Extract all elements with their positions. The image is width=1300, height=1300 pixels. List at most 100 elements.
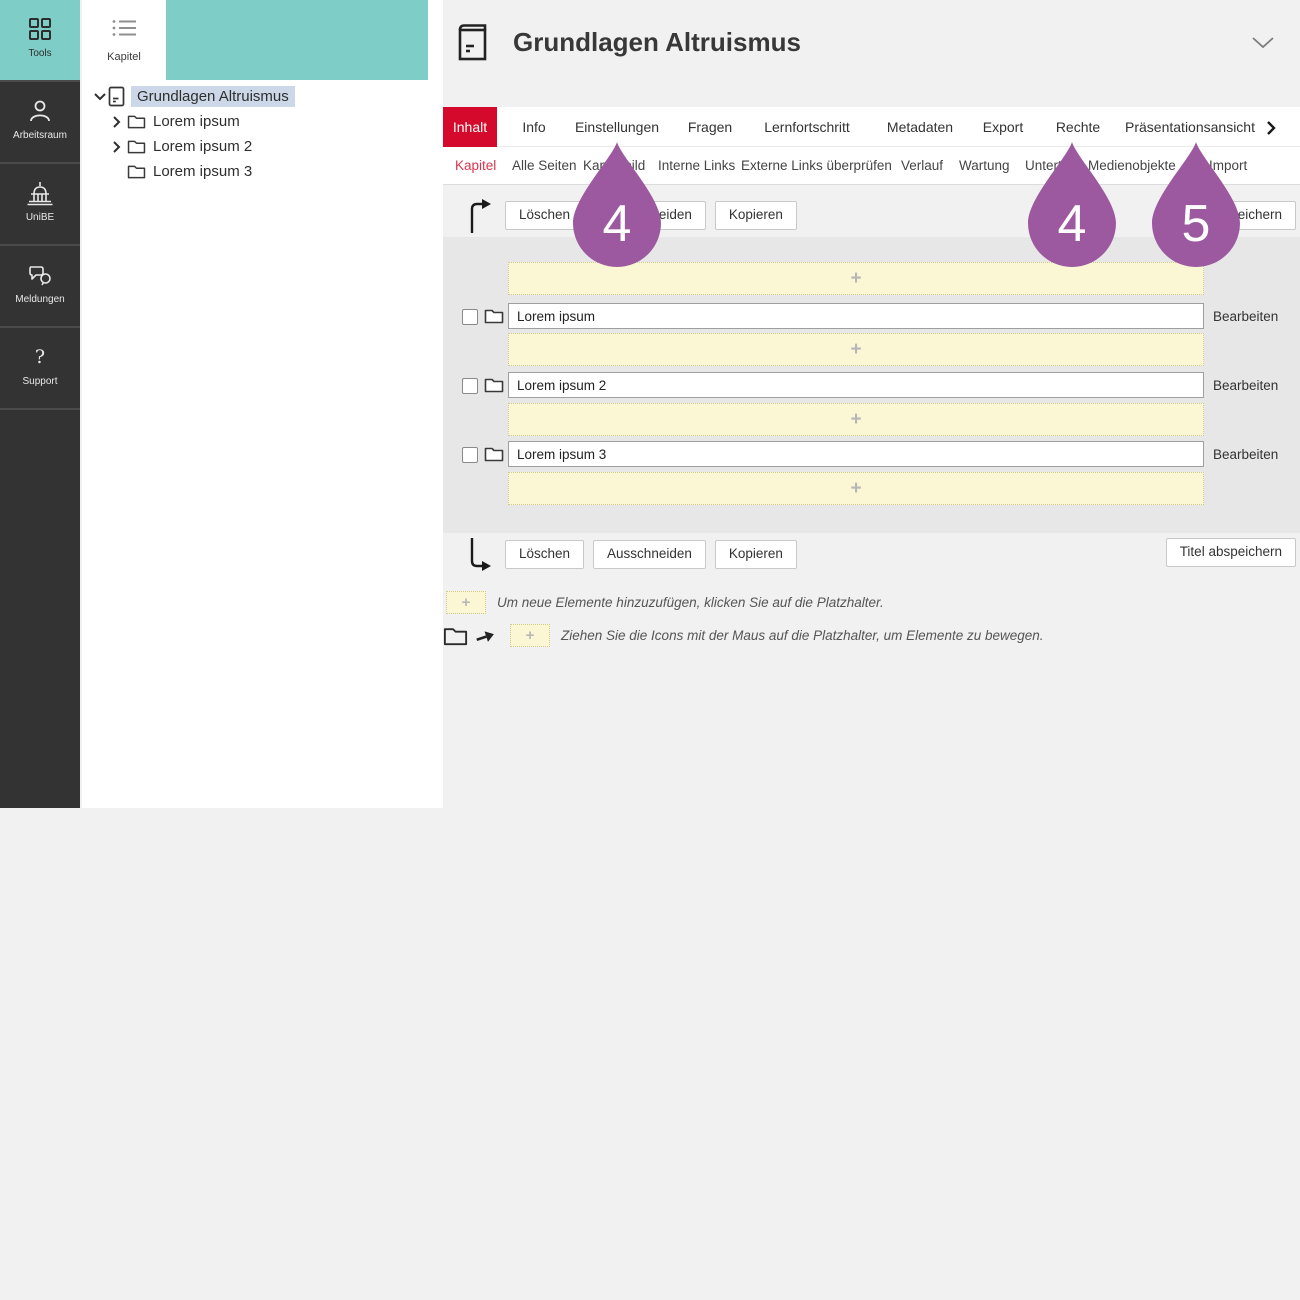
tree-node-label[interactable]: Lorem ipsum 3 — [153, 163, 252, 180]
tab-metadaten[interactable]: Metadaten — [887, 107, 953, 147]
row-checkbox[interactable] — [462, 309, 478, 325]
tree-node-label[interactable]: Grundlagen Altruismus — [131, 86, 295, 107]
building-icon — [0, 179, 80, 207]
chevron-right-icon[interactable] — [1267, 121, 1276, 140]
folder-icon[interactable] — [484, 446, 504, 467]
copy-button[interactable]: Kopieren — [715, 201, 797, 230]
table-row: Bearbeiten — [443, 372, 1300, 400]
divider — [0, 408, 80, 410]
tab-info[interactable]: Info — [522, 107, 545, 147]
sidebar-item-unibe[interactable]: UniBE — [0, 162, 80, 244]
hint-text: Ziehen Sie die Icons mit der Maus auf di… — [561, 628, 1044, 643]
placeholder-drop-zone[interactable]: + — [508, 333, 1204, 366]
tab-kapitel-tree[interactable]: Kapitel — [82, 0, 166, 80]
folder-icon[interactable] — [484, 308, 504, 329]
chapter-title-input[interactable] — [508, 303, 1204, 329]
sidebar-item-label: Support — [0, 376, 80, 387]
hint-text: Um neue Elemente hinzuzufügen, klicken S… — [497, 595, 884, 610]
save-title-button[interactable]: Titel abspeichern — [1166, 538, 1296, 567]
badge-number: 5 — [1182, 195, 1211, 253]
plus-icon: + — [850, 269, 861, 288]
question-icon: ? — [0, 343, 80, 371]
branch-down-arrow-icon — [467, 536, 493, 579]
chevron-right-icon[interactable] — [113, 141, 127, 153]
tree-node-label[interactable]: Lorem ipsum 2 — [153, 138, 252, 155]
teal-header-band — [166, 0, 428, 80]
chevron-right-icon[interactable] — [113, 116, 127, 128]
tree-node-chapter[interactable]: Lorem ipsum — [82, 109, 428, 134]
tree-tab-label: Kapitel — [82, 51, 166, 63]
row-checkbox[interactable] — [462, 447, 478, 463]
sidebar-item-label: UniBE — [0, 212, 80, 223]
sidebar-item-label: Arbeitsraum — [0, 130, 80, 141]
annotation-badge-5: 5 — [1144, 141, 1248, 268]
table-row: Bearbeiten — [443, 441, 1300, 469]
folder-icon — [127, 139, 147, 154]
plus-icon: + — [850, 410, 861, 429]
edit-link[interactable]: Bearbeiten — [1213, 378, 1278, 393]
delete-button[interactable]: Löschen — [505, 540, 584, 569]
list-icon — [111, 18, 137, 38]
badge-number: 4 — [1058, 195, 1087, 253]
subtab-verlauf[interactable]: Verlauf — [901, 147, 943, 185]
branch-up-arrow-icon — [467, 197, 493, 240]
chapter-title-input[interactable] — [508, 441, 1204, 467]
plus-icon: + — [850, 340, 861, 359]
chat-icon — [0, 261, 80, 289]
placeholder-drop-zone[interactable]: + — [508, 403, 1204, 436]
edit-link[interactable]: Bearbeiten — [1213, 447, 1278, 462]
annotation-badge-4b: 4 — [1020, 141, 1124, 268]
folder-icon — [127, 164, 147, 179]
subtab-kapitel[interactable]: Kapitel — [455, 147, 496, 185]
plus-icon: + — [526, 628, 535, 643]
placeholder-drop-zone[interactable]: + — [508, 472, 1204, 505]
person-icon — [0, 97, 80, 125]
folder-icon — [127, 114, 147, 129]
chevron-down-icon[interactable] — [94, 93, 108, 101]
learning-module-icon — [108, 86, 125, 107]
page-title: Grundlagen Altruismus — [513, 27, 801, 58]
sidebar-item-meldungen[interactable]: Meldungen — [0, 244, 80, 326]
chapter-list-panel: + Bearbeiten + Bearbeiten + Bearb — [443, 237, 1300, 533]
sidebar-item-label: Meldungen — [0, 294, 80, 305]
hint-add-elements: + Um neue Elemente hinzuzufügen, klicken… — [443, 591, 884, 614]
learning-module-icon — [455, 22, 489, 67]
edit-link[interactable]: Bearbeiten — [1213, 309, 1278, 324]
collapse-chevron-icon[interactable] — [1252, 36, 1274, 54]
chapter-title-input[interactable] — [508, 372, 1204, 398]
grid-icon — [0, 15, 80, 43]
chapter-tree-panel: Kapitel Grundlagen Altruismus — [82, 0, 443, 808]
cut-button[interactable]: Ausschneiden — [593, 540, 706, 569]
tab-fragen[interactable]: Fragen — [688, 107, 732, 147]
tree-node-root[interactable]: Grundlagen Altruismus — [82, 84, 428, 109]
folder-icon[interactable] — [484, 377, 504, 398]
annotation-badge-4a: 4 — [565, 141, 669, 268]
chapter-tree: Grundlagen Altruismus Lorem ipsum Lo — [82, 84, 428, 184]
subtab-interne-links[interactable]: Interne Links — [658, 147, 735, 185]
plus-icon: + — [462, 595, 471, 610]
tree-node-chapter[interactable]: Lorem ipsum 2 — [82, 134, 428, 159]
row-checkbox[interactable] — [462, 378, 478, 394]
tab-export[interactable]: Export — [983, 107, 1023, 147]
placeholder-chip: + — [510, 624, 550, 647]
badge-number: 4 — [603, 195, 632, 253]
placeholder-chip: + — [446, 591, 486, 614]
move-arrow-icon — [473, 625, 497, 646]
tab-inhalt[interactable]: Inhalt — [443, 107, 497, 147]
sidebar-item-support[interactable]: ? Support — [0, 326, 80, 408]
subtab-wartung[interactable]: Wartung — [959, 147, 1010, 185]
toolbar-bottom: Löschen Ausschneiden Kopieren Titel absp… — [443, 538, 1300, 574]
sidebar-item-tools[interactable]: Tools — [0, 0, 80, 80]
sidebar-item-label: Tools — [0, 48, 80, 59]
folder-icon — [443, 626, 468, 646]
plus-icon: + — [850, 479, 861, 498]
tab-lernfortschritt[interactable]: Lernfortschritt — [764, 107, 850, 147]
copy-button[interactable]: Kopieren — [715, 540, 797, 569]
tree-node-label[interactable]: Lorem ipsum — [153, 113, 240, 130]
left-toolbar: Tools Arbeitsraum UniBE Meldungen — [0, 0, 80, 808]
subtab-externe-links[interactable]: Externe Links überprüfen — [741, 147, 892, 185]
hint-move-elements: + Ziehen Sie die Icons mit der Maus auf … — [443, 624, 1044, 647]
table-row: Bearbeiten — [443, 303, 1300, 331]
tree-node-chapter[interactable]: Lorem ipsum 3 — [82, 159, 428, 184]
sidebar-item-arbeitsraum[interactable]: Arbeitsraum — [0, 80, 80, 162]
